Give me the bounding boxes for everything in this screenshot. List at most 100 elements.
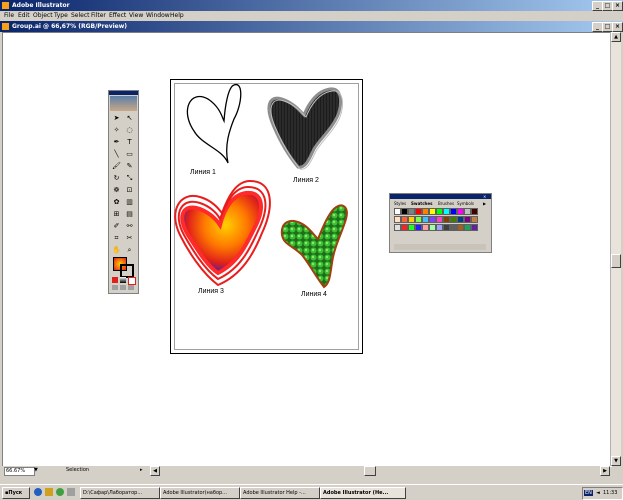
swatch-cell[interactable] bbox=[464, 216, 471, 223]
swatch-cell[interactable] bbox=[464, 208, 471, 215]
quicklaunch-outlook-icon[interactable] bbox=[45, 488, 53, 496]
zoom-dropdown-icon[interactable]: ▼ bbox=[34, 467, 40, 475]
swatch-cell[interactable] bbox=[471, 208, 478, 215]
swatch-cell[interactable] bbox=[401, 208, 408, 215]
menu-view[interactable]: View bbox=[129, 12, 143, 19]
swatch-cell[interactable] bbox=[457, 208, 464, 215]
stroke-color-swatch[interactable] bbox=[120, 264, 134, 278]
slice-tool-icon[interactable]: ⌗ bbox=[111, 233, 122, 244]
swatch-cell[interactable] bbox=[394, 216, 401, 223]
status-menu-icon[interactable]: ▸ bbox=[140, 467, 143, 473]
swatch-cell[interactable] bbox=[408, 216, 415, 223]
gradient-mode-icon[interactable] bbox=[120, 277, 126, 283]
swatch-cell[interactable] bbox=[422, 224, 429, 231]
lasso-tool-icon[interactable]: ◌ bbox=[124, 125, 135, 136]
taskbar-item-illustrator-active[interactable]: Adobe Illustrator (Не... bbox=[320, 487, 406, 499]
full-screen-menu-icon[interactable] bbox=[120, 285, 126, 290]
zoom-field[interactable]: 66.67% bbox=[4, 467, 35, 476]
rotate-tool-icon[interactable]: ↻ bbox=[111, 173, 122, 184]
swatch-cell[interactable] bbox=[408, 208, 415, 215]
panel-close-icon[interactable]: × bbox=[483, 194, 486, 199]
type-tool-icon[interactable]: T bbox=[124, 137, 135, 148]
swatch-cell[interactable] bbox=[443, 216, 450, 223]
language-indicator[interactable]: EN bbox=[584, 490, 593, 496]
pencil-tool-icon[interactable]: ✎ bbox=[124, 161, 135, 172]
swatch-cell[interactable] bbox=[436, 224, 443, 231]
color-mode-icon[interactable] bbox=[112, 277, 118, 283]
none-mode-icon[interactable] bbox=[128, 277, 136, 285]
menu-type[interactable]: Type bbox=[54, 12, 68, 19]
taskbar-item-help[interactable]: Adobe Illustrator Help -... bbox=[240, 487, 320, 499]
close-button[interactable]: × bbox=[612, 1, 623, 11]
swatch-cell[interactable] bbox=[408, 224, 415, 231]
quicklaunch-ie-icon[interactable] bbox=[34, 488, 42, 496]
symbol-sprayer-tool-icon[interactable]: ✿ bbox=[111, 197, 122, 208]
direct-selection-tool-icon[interactable]: ↖ bbox=[124, 113, 135, 124]
swatch-cell[interactable] bbox=[443, 208, 450, 215]
horizontal-scroll-thumb[interactable] bbox=[364, 466, 376, 476]
quicklaunch-desktop-icon[interactable] bbox=[67, 488, 75, 496]
toolbox-header[interactable] bbox=[109, 91, 138, 95]
menu-window[interactable]: Window bbox=[146, 12, 170, 19]
swatch-cell[interactable] bbox=[471, 216, 478, 223]
free-transform-tool-icon[interactable]: ⊡ bbox=[124, 185, 135, 196]
swatches-header[interactable] bbox=[390, 194, 491, 199]
menu-filter[interactable]: Filter bbox=[91, 12, 106, 19]
swatch-cell[interactable] bbox=[457, 216, 464, 223]
swatch-cell[interactable] bbox=[457, 224, 464, 231]
swatch-cell[interactable] bbox=[394, 224, 401, 231]
panel-menu-icon[interactable]: ▶ bbox=[483, 201, 486, 206]
horizontal-scrollbar[interactable]: 66.67% ▼ Selection ▸ ◀ ▶ bbox=[2, 466, 610, 476]
volume-icon[interactable]: ◄ bbox=[596, 490, 600, 496]
pen-tool-icon[interactable]: ✒ bbox=[111, 137, 122, 148]
tab-styles[interactable]: Styles bbox=[394, 201, 406, 206]
swatch-cell[interactable] bbox=[429, 224, 436, 231]
taskbar-item-explorer[interactable]: D:\Сафар\Лаборатор... bbox=[80, 487, 160, 499]
menu-file[interactable]: File bbox=[4, 12, 14, 19]
swatch-cell[interactable] bbox=[401, 216, 408, 223]
menu-object[interactable]: Object bbox=[33, 12, 53, 19]
swatch-cell[interactable] bbox=[450, 216, 457, 223]
swatch-cell[interactable] bbox=[429, 216, 436, 223]
scroll-down-button[interactable]: ▼ bbox=[611, 456, 621, 466]
swatch-cell[interactable] bbox=[394, 208, 401, 215]
swatch-cell[interactable] bbox=[415, 216, 422, 223]
scissors-tool-icon[interactable]: ✂ bbox=[124, 233, 135, 244]
eyedropper-tool-icon[interactable]: ✐ bbox=[111, 221, 122, 232]
mesh-tool-icon[interactable]: ⊞ bbox=[111, 209, 122, 220]
scroll-up-button[interactable]: ▲ bbox=[611, 32, 621, 42]
swatch-cell[interactable] bbox=[436, 208, 443, 215]
rectangle-tool-icon[interactable]: ▭ bbox=[124, 149, 135, 160]
menu-help[interactable]: Help bbox=[170, 12, 184, 19]
swatch-cell[interactable] bbox=[471, 224, 478, 231]
swatch-cell[interactable] bbox=[401, 224, 408, 231]
tab-brushes[interactable]: Brushes bbox=[438, 201, 454, 206]
taskbar-item-illustrator-set[interactable]: Adobe Illustrator(набор... bbox=[160, 487, 240, 499]
vertical-scrollbar[interactable]: ▲ ▼ bbox=[610, 32, 621, 466]
swatch-cell[interactable] bbox=[429, 208, 436, 215]
magic-wand-tool-icon[interactable]: ✧ bbox=[111, 125, 122, 136]
swatch-cell[interactable] bbox=[443, 224, 450, 231]
tab-swatches[interactable]: Swatches bbox=[411, 201, 433, 206]
paintbrush-tool-icon[interactable]: 🖌 bbox=[111, 161, 122, 172]
swatch-cell[interactable] bbox=[436, 216, 443, 223]
full-screen-icon[interactable] bbox=[128, 285, 134, 290]
scroll-left-button[interactable]: ◀ bbox=[150, 466, 160, 476]
menu-effect[interactable]: Effect bbox=[109, 12, 126, 19]
quicklaunch-media-icon[interactable] bbox=[56, 488, 64, 496]
warp-tool-icon[interactable]: ☸ bbox=[111, 185, 122, 196]
swatch-cell[interactable] bbox=[450, 208, 457, 215]
line-tool-icon[interactable]: ╲ bbox=[111, 149, 122, 160]
doc-close-button[interactable]: × bbox=[612, 22, 623, 32]
zoom-tool-icon[interactable]: ⌕ bbox=[124, 245, 135, 256]
tab-symbols[interactable]: Symbols bbox=[457, 201, 474, 206]
hand-tool-icon[interactable]: ✋ bbox=[111, 245, 122, 256]
selection-tool-icon[interactable]: ➤ bbox=[111, 113, 122, 124]
swatch-cell[interactable] bbox=[415, 224, 422, 231]
swatch-cell[interactable] bbox=[422, 208, 429, 215]
vertical-scroll-thumb[interactable] bbox=[611, 254, 621, 268]
swatch-cell[interactable] bbox=[422, 216, 429, 223]
screen-mode-icon[interactable] bbox=[112, 285, 118, 290]
swatch-cell[interactable] bbox=[464, 224, 471, 231]
gradient-tool-icon[interactable]: ▤ bbox=[124, 209, 135, 220]
